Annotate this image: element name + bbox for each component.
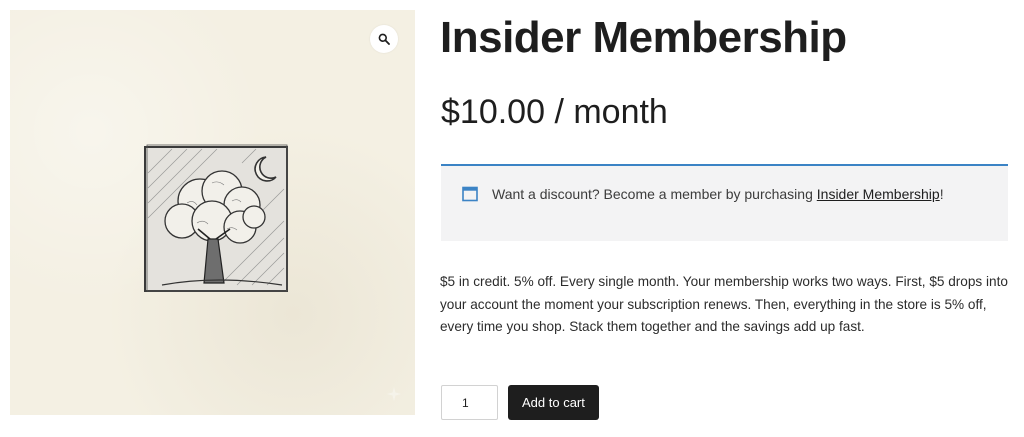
product-description: $5 in credit. 5% off. Every single month…	[440, 274, 1008, 334]
magnifier-icon	[378, 33, 390, 45]
product-gallery	[10, 10, 415, 415]
add-to-cart-form: Add to cart	[441, 385, 599, 420]
membership-notice: Want a discount? Become a member by purc…	[441, 164, 1008, 241]
insider-membership-link[interactable]: Insider Membership	[817, 186, 940, 202]
product-title: Insider Membership	[440, 13, 847, 62]
zoom-button[interactable]	[370, 25, 398, 53]
notice-message: Want a discount? Become a member by purc…	[492, 183, 962, 205]
notice-text-before: Want a discount? Become a member by purc…	[492, 186, 817, 202]
quantity-input[interactable]	[441, 385, 498, 420]
sparkle-icon	[387, 387, 401, 401]
product-price: $10.00 / month	[441, 93, 668, 131]
product-image[interactable]	[142, 143, 292, 299]
add-to-cart-button[interactable]: Add to cart	[508, 385, 599, 420]
notice-text-after: !	[939, 186, 944, 202]
window-icon	[462, 186, 478, 202]
